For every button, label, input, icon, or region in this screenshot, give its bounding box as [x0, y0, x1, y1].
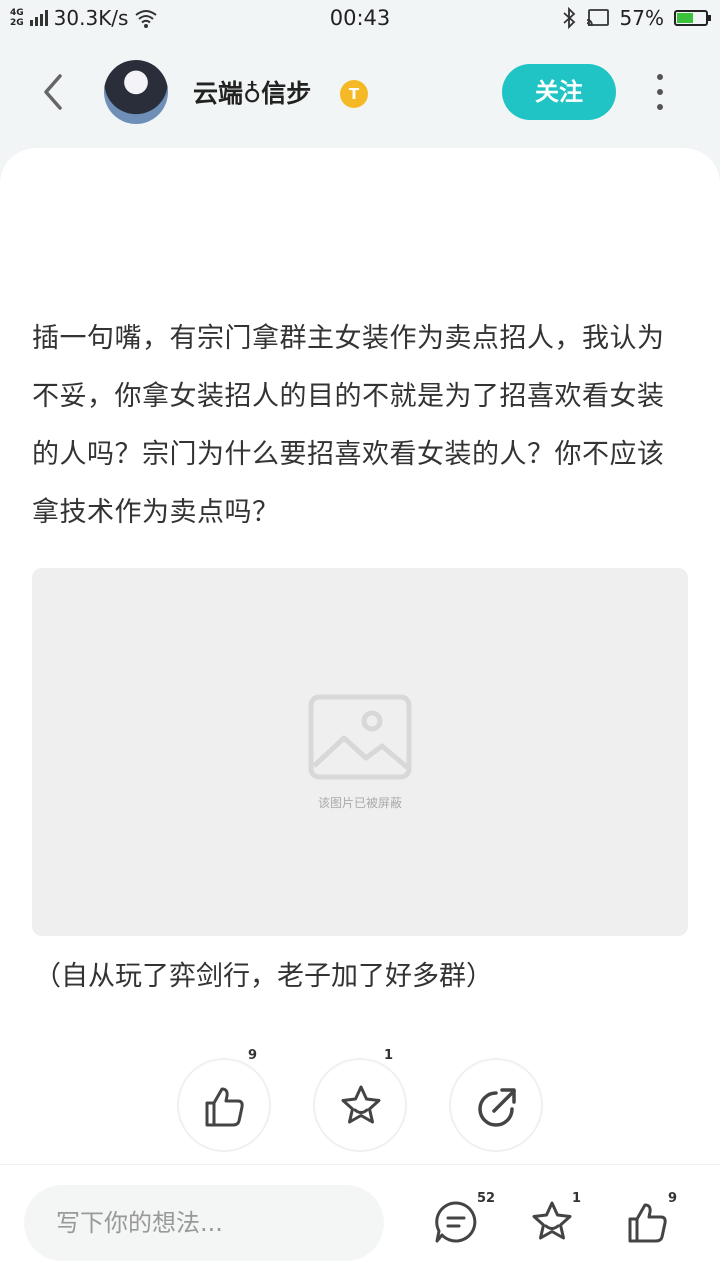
comment-count: 52 — [477, 1191, 496, 1206]
more-vertical-icon[interactable] — [650, 74, 670, 110]
star-icon[interactable] — [529, 1199, 575, 1245]
comment-input[interactable]: 写下你的想法... — [24, 1185, 384, 1261]
status-bar: 4G 2G 30.3K/s 00:43 57% — [0, 0, 720, 40]
comment-icon[interactable] — [433, 1199, 479, 1245]
favorite-count: 1 — [384, 1048, 394, 1063]
avatar[interactable] — [104, 60, 168, 124]
share-button[interactable] — [449, 1058, 543, 1152]
bottom-bar: 写下你的想法... 52 1 9 — [0, 1164, 720, 1281]
thumbs-up-icon[interactable] — [625, 1199, 671, 1245]
cast-icon — [586, 9, 609, 27]
chevron-left-icon[interactable] — [36, 70, 72, 114]
battery-icon — [674, 10, 711, 26]
image-blocked-label: 该图片已被屏蔽 — [317, 796, 402, 810]
like-count: 9 — [248, 1048, 258, 1063]
thumbs-up-icon — [205, 1087, 244, 1127]
follow-button[interactable]: 关注 — [502, 64, 616, 120]
favorite-count: 1 — [572, 1191, 582, 1206]
battery-percent: 57% — [619, 6, 664, 30]
level-badge: T — [340, 80, 368, 108]
image-icon — [308, 694, 412, 780]
share-icon — [478, 1088, 516, 1127]
header: 云端♁信步 T 关注 — [0, 40, 720, 144]
post-caption: （自从玩了弈剑行，老子加了好多群） — [34, 961, 493, 992]
like-button[interactable] — [177, 1058, 271, 1152]
battery-fill — [677, 13, 693, 23]
favorite-button[interactable] — [313, 1058, 407, 1152]
post-card: 插一句嘴，有宗门拿群主女装作为卖点招人，我认为不妥，你拿女装招人的目的不就是为了… — [0, 148, 720, 1280]
status-right: 57% — [562, 6, 711, 30]
like-count: 9 — [668, 1191, 678, 1206]
post-text: 插一句嘴，有宗门拿群主女装作为卖点招人，我认为不妥，你拿女装招人的目的不就是为了… — [32, 323, 665, 528]
bluetooth-icon — [562, 7, 575, 29]
blocked-image[interactable]: 该图片已被屏蔽 — [32, 568, 688, 936]
star-icon — [341, 1085, 381, 1124]
username[interactable]: 云端♁信步 — [193, 74, 311, 110]
